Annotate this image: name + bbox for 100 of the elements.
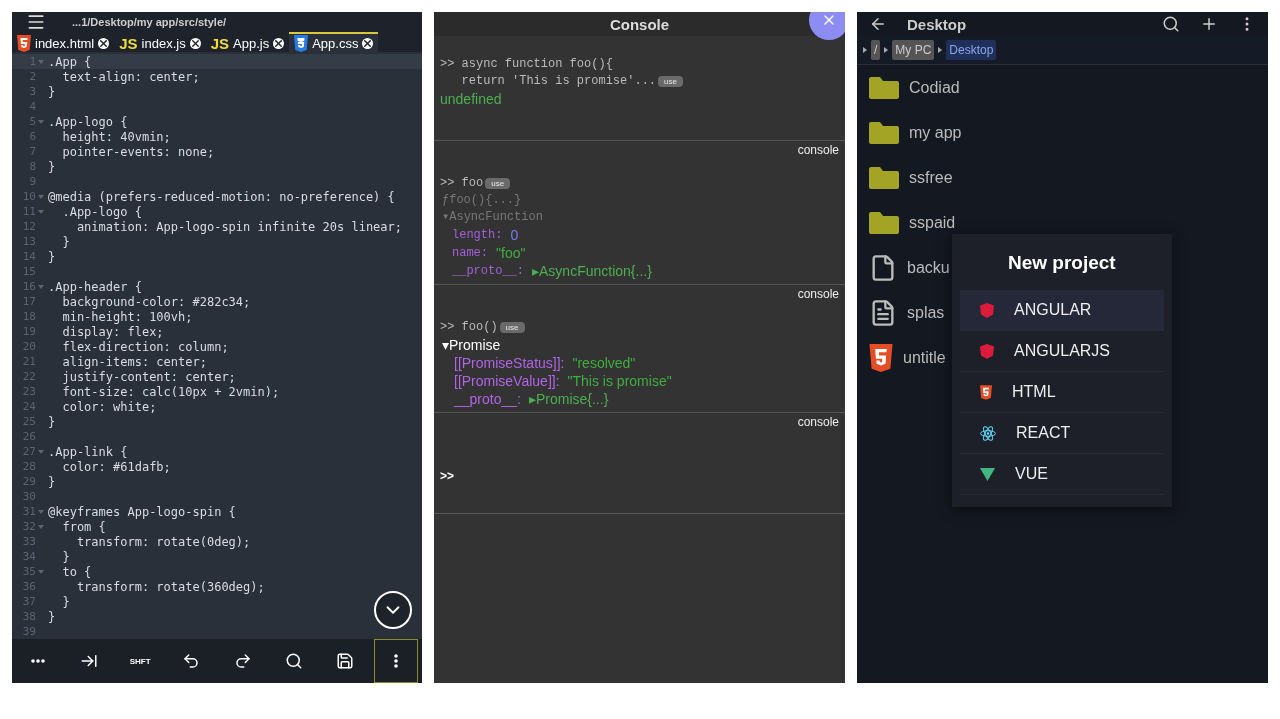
property-value: 0 bbox=[509, 226, 519, 244]
code-line: .App-logo { bbox=[47, 114, 128, 129]
code-line: } bbox=[47, 249, 56, 264]
scroll-down-button[interactable] bbox=[374, 591, 412, 629]
code-line: } bbox=[47, 474, 56, 489]
line-number: 6 bbox=[28, 130, 36, 143]
console-output: ƒfoo(){...} bbox=[441, 192, 523, 209]
js-icon: JS bbox=[210, 34, 230, 52]
use-badge[interactable]: use bbox=[485, 178, 511, 189]
search-icon bbox=[284, 652, 303, 670]
file-name[interactable]: splas bbox=[907, 303, 945, 322]
code-line: font-size: calc(10px + 2vmin); bbox=[61, 384, 280, 399]
code-line: background-color: #282c34; bbox=[61, 294, 251, 309]
code-line: align-items: center; bbox=[61, 354, 207, 369]
file-name[interactable]: Codiad bbox=[909, 78, 960, 97]
search-icon[interactable] bbox=[1162, 15, 1180, 33]
tab-icon bbox=[79, 652, 98, 670]
use-badge[interactable]: use bbox=[499, 322, 525, 333]
dialog-title: New project bbox=[1007, 251, 1117, 275]
line-number: 3 bbox=[28, 85, 36, 98]
shift-key[interactable]: SHFT bbox=[118, 639, 163, 683]
line-number: 39 bbox=[21, 625, 36, 638]
code-line: from { bbox=[61, 519, 106, 534]
source-label: console bbox=[797, 287, 839, 301]
line-number: 33 bbox=[21, 535, 36, 548]
line-number: 20 bbox=[21, 340, 36, 353]
source-label: console bbox=[797, 143, 839, 157]
console-prompt[interactable]: >> bbox=[440, 447, 839, 509]
breadcrumb-item[interactable]: Desktop bbox=[946, 40, 997, 60]
css3-icon bbox=[294, 34, 309, 52]
triangle-icon bbox=[938, 47, 943, 53]
property-key: [[PromiseStatus]]: bbox=[454, 354, 565, 372]
property-key: [[PromiseValue]]: bbox=[454, 372, 560, 390]
file-name[interactable]: untitle bbox=[903, 348, 946, 367]
line-number: 12 bbox=[21, 220, 36, 233]
property-value: "foo" bbox=[495, 244, 526, 262]
plus-icon[interactable] bbox=[1200, 15, 1218, 33]
breadcrumb-item[interactable]: My PC bbox=[892, 40, 935, 60]
code-line: @keyframes App-logo-spin { bbox=[47, 504, 236, 519]
close-icon[interactable] bbox=[98, 37, 110, 49]
file-name[interactable]: ssfree bbox=[909, 168, 953, 187]
js-icon: JS bbox=[119, 34, 138, 52]
code-line: transform: rotate(0deg); bbox=[75, 534, 251, 549]
line-number: 18 bbox=[21, 310, 36, 323]
line-number: 29 bbox=[21, 475, 36, 488]
line-number: 36 bbox=[21, 580, 36, 593]
file-name[interactable]: sspaid bbox=[909, 213, 956, 232]
line-number: 5 bbox=[28, 115, 36, 128]
triangle-icon bbox=[863, 47, 867, 53]
code-line: transform: rotate(360deg); bbox=[75, 579, 265, 594]
menu-icon[interactable] bbox=[26, 12, 46, 32]
property-key: __proto__: bbox=[452, 262, 524, 280]
project-option[interactable]: ANGULARJS bbox=[960, 331, 1164, 372]
command-text: return 'This is promise'... bbox=[460, 73, 657, 90]
line-number: 10 bbox=[21, 190, 36, 203]
property-key: __proto__: bbox=[454, 390, 521, 408]
undo-icon bbox=[182, 652, 201, 670]
file-name[interactable]: my app bbox=[909, 123, 962, 142]
project-option[interactable]: HTML bbox=[960, 372, 1164, 413]
console-output: undefined bbox=[440, 90, 503, 108]
file-tab[interactable]: JS index.js bbox=[114, 32, 206, 52]
shield-icon bbox=[980, 343, 994, 359]
line-number: 25 bbox=[21, 415, 36, 428]
more-vertical-icon bbox=[394, 654, 399, 668]
line-number: 4 bbox=[28, 100, 36, 113]
code-line: } bbox=[61, 549, 70, 564]
folder-icon bbox=[869, 121, 899, 144]
folder-title: Desktop bbox=[907, 15, 968, 33]
project-option[interactable]: VUE bbox=[960, 454, 1164, 495]
code-line: to { bbox=[61, 564, 92, 579]
line-number: 24 bbox=[21, 400, 36, 413]
code-line: height: 40vmin; bbox=[61, 129, 171, 144]
line-number: 21 bbox=[21, 355, 36, 368]
file-tab[interactable]: App.css bbox=[289, 32, 379, 52]
line-number: 27 bbox=[21, 445, 36, 458]
file-path: ...1/Desktop/my app/src/style/ bbox=[72, 16, 227, 28]
code-line: .App-header { bbox=[47, 279, 142, 294]
property-value: ▸AsyncFunction{...} bbox=[531, 262, 652, 280]
close-icon[interactable] bbox=[189, 37, 201, 49]
close-icon[interactable] bbox=[273, 37, 285, 49]
file-name[interactable]: backu bbox=[907, 258, 950, 277]
project-option[interactable]: REACT bbox=[960, 413, 1164, 454]
code-line: } bbox=[47, 609, 56, 624]
code-line: justify-content: center; bbox=[61, 369, 236, 384]
line-number: 2 bbox=[28, 70, 36, 83]
line-number: 7 bbox=[28, 145, 36, 158]
use-badge[interactable]: use bbox=[658, 76, 683, 87]
html5-icon bbox=[17, 34, 31, 52]
project-option[interactable]: ANGULAR bbox=[960, 290, 1164, 331]
line-number: 37 bbox=[21, 595, 36, 608]
more-icon bbox=[30, 659, 45, 663]
line-number: 17 bbox=[21, 295, 36, 308]
save-icon bbox=[336, 652, 355, 670]
file-tab[interactable]: index.html bbox=[12, 32, 115, 52]
folder-icon bbox=[869, 166, 899, 189]
breadcrumb-item[interactable]: / bbox=[871, 40, 881, 60]
line-number: 13 bbox=[21, 235, 36, 248]
file-tab[interactable]: JS App.js bbox=[205, 32, 290, 52]
close-icon[interactable] bbox=[362, 37, 374, 49]
back-icon[interactable] bbox=[869, 15, 887, 33]
